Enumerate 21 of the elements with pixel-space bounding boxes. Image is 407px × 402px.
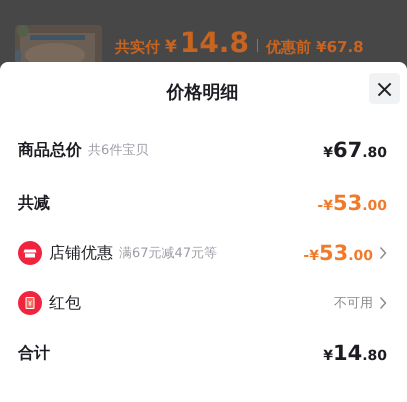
amount-text: ¥14.80	[323, 341, 387, 365]
sheet-title: 价格明细	[166, 81, 238, 104]
chevron-right-icon[interactable]	[379, 296, 387, 310]
paid-label: 共实付	[115, 38, 160, 57]
chevron-right-icon[interactable]	[379, 246, 387, 260]
row-label: 红包	[49, 292, 81, 314]
original-price: 优惠前 ¥67.8	[266, 38, 364, 57]
amount-text: -¥53.00	[317, 191, 387, 215]
amount-text: -¥53.00	[303, 241, 373, 265]
paid-amount: ¥14.8	[165, 26, 249, 59]
row-note: 共6件宝贝	[88, 142, 148, 159]
row-label: 合计	[18, 342, 50, 364]
shop-icon	[18, 241, 42, 265]
row-note: 满67元减47元等	[119, 245, 218, 262]
row-label: 店铺优惠	[49, 242, 113, 264]
amount-text: ¥67.80	[323, 138, 387, 162]
close-button[interactable]: ×	[369, 73, 400, 104]
row-label: 共减	[18, 192, 50, 214]
status-text: 不可用	[334, 295, 373, 312]
row-label: 商品总价	[18, 140, 82, 160]
envelope-icon	[18, 291, 42, 315]
